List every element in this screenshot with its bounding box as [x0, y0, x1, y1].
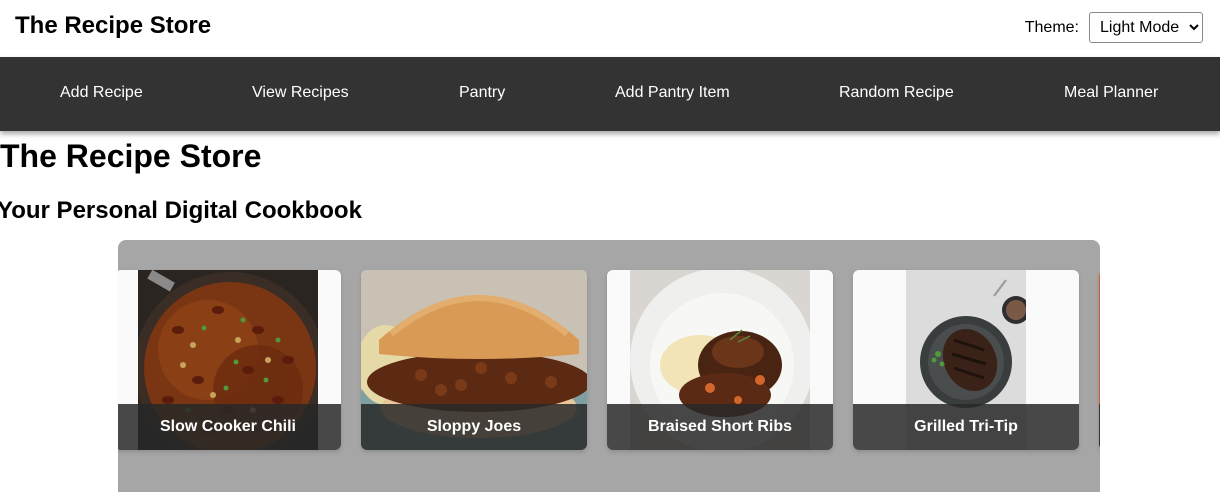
recipe-card-title [1099, 404, 1100, 450]
theme-switcher: Theme: Light Mode [1025, 12, 1203, 43]
nav-meal-planner[interactable]: Meal Planner [1064, 84, 1158, 102]
recipe-card-next[interactable] [1099, 270, 1100, 450]
recipe-card-title: Grilled Tri-Tip [853, 404, 1079, 450]
nav-add-pantry-item[interactable]: Add Pantry Item [615, 84, 730, 102]
recipe-card-slow-cooker-chili[interactable]: Slow Cooker Chili [118, 270, 341, 450]
app-title: The Recipe Store [15, 12, 212, 39]
nav-pantry[interactable]: Pantry [459, 84, 505, 102]
recipe-card-grilled-tri-tip[interactable]: Grilled Tri-Tip [853, 270, 1079, 450]
top-bar: The Recipe Store Theme: Light Mode [0, 0, 1220, 57]
recipe-card-sloppy-joes[interactable]: Sloppy Joes [361, 270, 587, 450]
nav-random-recipe[interactable]: Random Recipe [839, 84, 954, 102]
page-title: The Recipe Store [0, 138, 262, 174]
recipe-card-title: Braised Short Ribs [607, 404, 833, 450]
nav-view-recipes[interactable]: View Recipes [252, 84, 349, 102]
recipe-card-title: Slow Cooker Chili [118, 404, 341, 450]
theme-select[interactable]: Light Mode [1089, 12, 1203, 43]
page-subtitle: Your Personal Digital Cookbook [0, 197, 362, 224]
theme-label: Theme: [1024, 18, 1079, 36]
recipe-carousel[interactable]: Slow Cooker Chili Sloppy Joes Braised Sh… [118, 240, 1100, 492]
nav-add-recipe[interactable]: Add Recipe [60, 84, 143, 102]
main-navbar: Add Recipe View Recipes Pantry Add Pantr… [0, 57, 1220, 131]
recipe-card-title: Sloppy Joes [361, 404, 587, 450]
recipe-card-braised-short-ribs[interactable]: Braised Short Ribs [607, 270, 833, 450]
